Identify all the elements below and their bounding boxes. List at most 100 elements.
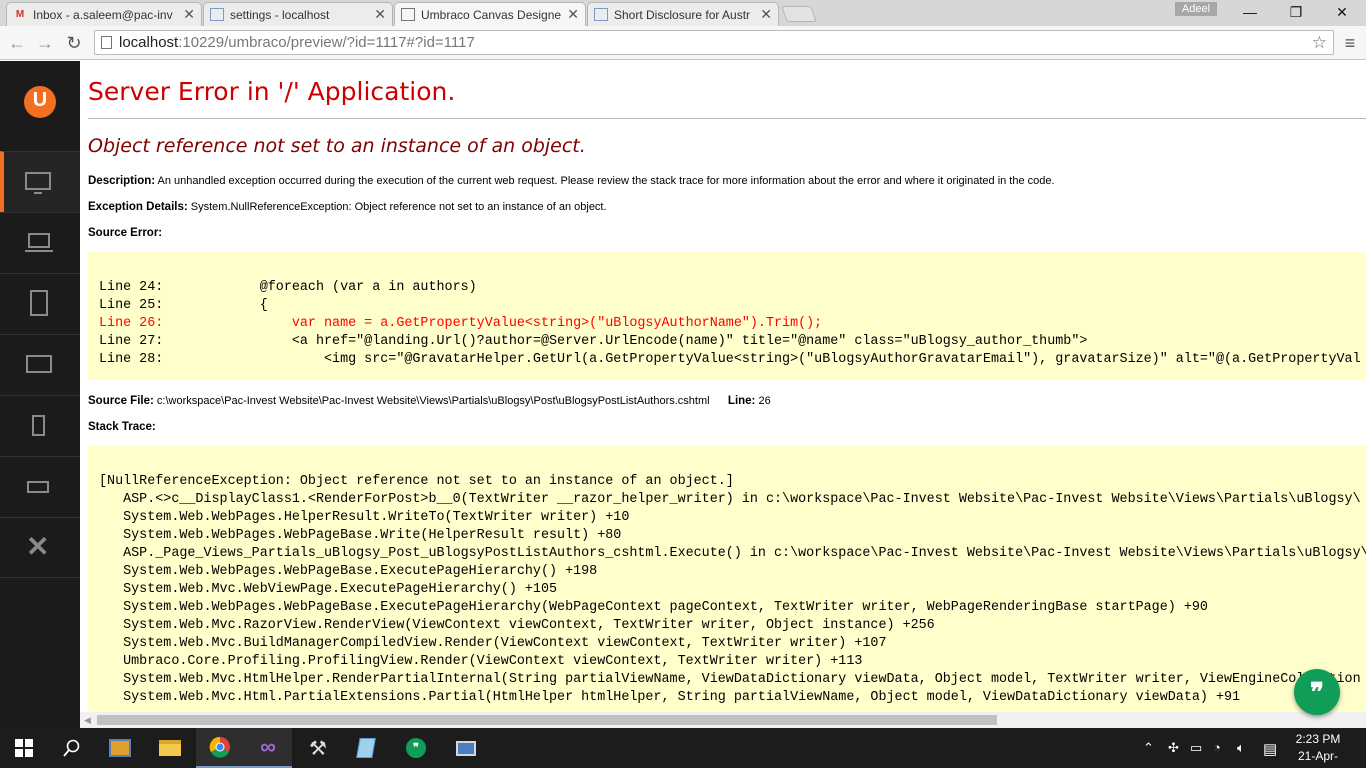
close-tab-icon[interactable]: ✕	[760, 6, 772, 23]
stack-trace-line: [NullReferenceException: Object referenc…	[99, 474, 734, 489]
chrome-icon	[209, 736, 230, 758]
tab-umbraco-canvas-designer[interactable]: Umbraco Canvas Designe ✕	[394, 2, 586, 26]
taskbar-app-tools[interactable]	[96, 728, 144, 768]
source-error-row: Source Error:	[88, 227, 162, 239]
desktop-icon	[25, 172, 51, 190]
page-icon	[594, 8, 608, 21]
search-button[interactable]	[48, 728, 96, 768]
taskbar-remote[interactable]	[442, 728, 490, 768]
exception-label: Exception Details:	[88, 201, 188, 213]
description-label: Description:	[88, 175, 156, 187]
network-icon[interactable]: ◔	[1213, 740, 1221, 755]
close-tab-icon[interactable]: ✕	[567, 6, 579, 23]
laptop-preview-button[interactable]	[0, 212, 80, 273]
umbraco-logo-icon: U	[24, 86, 56, 118]
taskbar-chrome[interactable]	[196, 728, 244, 768]
windows-taskbar: ∞ ⚒ ❞ ⌃ ✣ ▭ ◔ 🔈︎ ▤ 2:23 PM 21-Apr-16	[0, 728, 1366, 780]
tab-title: Umbraco Canvas Designe	[421, 7, 562, 22]
volume-icon[interactable]: 🔈︎	[1237, 740, 1245, 756]
close-window-button[interactable]: ✕	[1319, 0, 1365, 24]
tab-title: settings - localhost	[230, 7, 330, 22]
hangouts-taskbar-icon: ❞	[406, 738, 426, 758]
tools-app-icon	[109, 739, 131, 757]
gmail-icon: M	[15, 9, 25, 20]
close-tab-icon[interactable]: ✕	[183, 6, 195, 23]
horizontal-scrollbar[interactable]: ◀	[80, 712, 1366, 728]
stack-trace-line: System.Web.Mvc.Html.PartialExtensions.Pa…	[99, 690, 1241, 705]
source-code-line: Line 28: <img src="@GravatarHelper.GetUr…	[99, 352, 1361, 367]
taskbar-tools2[interactable]: ⚒	[294, 728, 342, 768]
address-bar[interactable]: localhost:10229/umbraco/preview/?id=1117…	[94, 30, 1334, 55]
url-path: :10229/umbraco/preview/?id=1117#?id=1117	[178, 34, 475, 51]
show-hidden-icons[interactable]: ⌃	[1143, 740, 1154, 756]
source-code-line: Line 26: var name = a.GetPropertyValue<s…	[99, 316, 823, 331]
clock-time: 2:23 PM	[1295, 732, 1341, 746]
monitor-icon	[456, 740, 476, 756]
hangouts-icon[interactable]: ❞	[1294, 669, 1340, 715]
windows-logo-icon	[15, 739, 33, 757]
minimize-button[interactable]: —	[1227, 0, 1273, 24]
page-icon	[210, 8, 224, 21]
tablet-landscape-preview-button[interactable]	[0, 334, 80, 395]
exit-preview-button[interactable]: ✕	[0, 517, 80, 578]
source-code-line: Line 27: <a href="@landing.Url()?author=…	[99, 334, 1088, 349]
taskbar-hangouts[interactable]: ❞	[392, 728, 440, 768]
umbraco-preview-sidebar: U ✕	[0, 61, 80, 728]
stack-trace-line: System.Web.WebPages.WebPageBase.ExecuteP…	[99, 564, 598, 579]
back-button[interactable]: ←	[4, 30, 30, 56]
source-file-label: Source File:	[88, 395, 154, 407]
profile-button[interactable]: Adeel	[1175, 2, 1217, 16]
start-button[interactable]	[0, 728, 48, 768]
stack-trace-line: System.Web.Mvc.WebViewPage.ExecutePageHi…	[99, 582, 558, 597]
phone-landscape-preview-button[interactable]	[0, 456, 80, 517]
taskbar-notepad[interactable]	[342, 728, 390, 768]
dropbox-icon[interactable]: ✣	[1168, 740, 1179, 756]
page-info-icon[interactable]	[101, 36, 112, 49]
system-clock[interactable]: 2:23 PM 21-Apr-16	[1293, 731, 1343, 782]
divider	[88, 118, 1366, 119]
scrollbar-thumb[interactable]	[97, 715, 997, 725]
search-icon	[63, 739, 80, 757]
url-host: localhost	[119, 34, 179, 51]
desktop-preview-button[interactable]	[0, 151, 80, 212]
source-file-path: c:\workspace\Pac-Invest Website\Pac-Inve…	[156, 395, 710, 407]
tab-inbox[interactable]: M Inbox - a.saleem@pac-inv ✕	[6, 2, 202, 26]
tablet-portrait-icon	[30, 290, 48, 316]
bookmark-star-icon[interactable]: ☆	[1312, 31, 1327, 54]
error-message: Object reference not set to an instance …	[88, 135, 586, 157]
description-text: An unhandled exception occurred during t…	[157, 175, 1055, 187]
tablet-landscape-icon	[26, 355, 52, 373]
forward-button[interactable]: →	[32, 30, 58, 56]
source-code-line: Line 24: @foreach (var a in authors)	[99, 280, 477, 295]
power-icon[interactable]: ▭	[1190, 740, 1202, 756]
stack-trace-label: Stack Trace:	[88, 421, 156, 433]
tablet-portrait-preview-button[interactable]	[0, 273, 80, 334]
clock-date: 21-Apr-16	[1297, 749, 1338, 780]
stack-trace-line: ASP.<>c__DisplayClass1.<RenderForPost>b_…	[99, 492, 1361, 507]
visual-studio-icon: ∞	[260, 734, 276, 759]
stack-trace-line: System.Web.WebPages.WebPageBase.Write(He…	[99, 528, 622, 543]
taskbar-visual-studio[interactable]: ∞	[244, 728, 292, 768]
taskbar-file-explorer[interactable]	[146, 728, 194, 768]
preview-frame: Server Error in '/' Application. Object …	[80, 61, 1366, 712]
stack-trace-line: Umbraco.Core.Profiling.ProfilingView.Ren…	[99, 654, 863, 669]
stack-trace-line: System.Web.Mvc.RazorView.RenderView(View…	[99, 618, 935, 633]
phone-portrait-preview-button[interactable]	[0, 395, 80, 456]
close-tab-icon[interactable]: ✕	[374, 6, 386, 23]
scroll-left-icon[interactable]: ◀	[84, 715, 91, 726]
action-center-icon[interactable]: ▤	[1263, 740, 1277, 758]
line-label: Line:	[727, 395, 756, 407]
tab-short-disclosure[interactable]: Short Disclosure for Austr ✕	[587, 2, 779, 26]
stack-trace-code: [NullReferenceException: Object referenc…	[88, 446, 1366, 712]
reload-button[interactable]: ↻	[61, 30, 87, 56]
restore-button[interactable]: ❐	[1273, 0, 1319, 24]
wrench-icon: ⚒	[309, 737, 327, 760]
chrome-menu-icon[interactable]: ≡	[1340, 30, 1360, 56]
source-file-row: Source File: c:\workspace\Pac-Invest Web…	[88, 395, 771, 407]
tab-settings[interactable]: settings - localhost ✕	[203, 2, 393, 26]
new-tab-button[interactable]	[781, 6, 817, 22]
stack-trace-line: System.Web.WebPages.HelperResult.WriteTo…	[99, 510, 630, 525]
stack-trace-block: [NullReferenceException: Object referenc…	[99, 473, 1366, 707]
phone-portrait-icon	[32, 415, 45, 436]
line-number: 26	[758, 395, 771, 407]
